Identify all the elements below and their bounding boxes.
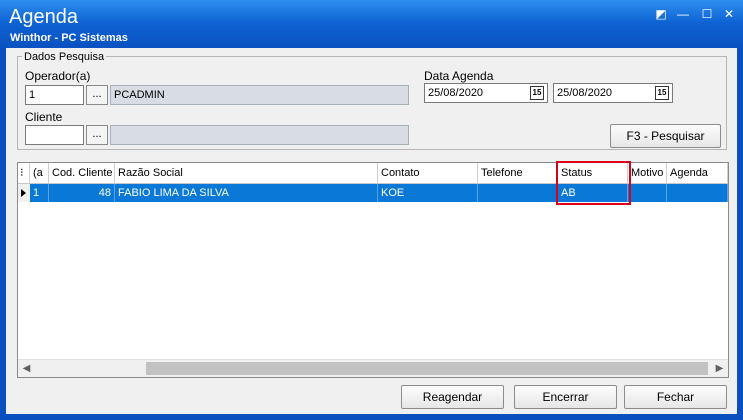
close-icon[interactable]: ✕ (722, 8, 736, 21)
row-pointer-icon (21, 189, 26, 197)
col-header-a[interactable]: (a (30, 163, 49, 183)
cell-cod-cliente: 48 (49, 184, 115, 202)
operator-lookup-button[interactable]: ... (86, 85, 108, 105)
calendar-icon[interactable]: 15 (655, 86, 669, 100)
operator-name-field: PCADMIN (110, 85, 409, 105)
fechar-button[interactable]: Fechar (624, 385, 727, 409)
search-group-label: Dados Pesquisa (22, 51, 107, 63)
client-name-field (110, 125, 409, 145)
window-subtitle: Winthor - PC Sistemas (10, 32, 128, 44)
calendar-icon[interactable]: 15 (530, 86, 544, 100)
app-window: Agenda Winthor - PC Sistemas ◩ — ☐ ✕ Dad… (0, 0, 743, 420)
operator-label: Operador(a) (25, 69, 91, 83)
cell-a: 1 (30, 184, 49, 202)
col-header-telefone[interactable]: Telefone (478, 163, 558, 183)
search-button[interactable]: F3 - Pesquisar (610, 124, 721, 148)
status-highlight-box (556, 161, 631, 205)
cell-contato: KOE (378, 184, 478, 202)
row-indicator (18, 184, 30, 202)
reagendar-button[interactable]: Reagendar (401, 385, 504, 409)
date-label: Data Agenda (424, 69, 494, 83)
scroll-right-icon[interactable]: ▶ (711, 360, 728, 377)
date-from-value: 25/08/2020 (428, 87, 484, 99)
cell-agenda (667, 184, 728, 202)
title-bar[interactable]: Agenda Winthor - PC Sistemas ◩ — ☐ ✕ (0, 0, 743, 50)
horizontal-scrollbar[interactable]: ◀ ▶ (18, 359, 728, 377)
operator-code-input[interactable]: 1 (25, 85, 84, 105)
cell-razao-social: FABIO LIMA DA SILVA (115, 184, 378, 202)
cell-telefone (478, 184, 558, 202)
client-code-input[interactable] (25, 125, 84, 145)
scrollbar-thumb[interactable] (146, 362, 708, 375)
column-chooser-icon[interactable]: ⁝ (18, 163, 30, 183)
help-icon[interactable]: ◩ (654, 8, 668, 21)
client-label: Cliente (25, 110, 63, 124)
col-header-agenda[interactable]: Agenda (667, 163, 728, 183)
date-to-value: 25/08/2020 (557, 87, 613, 99)
client-area: Dados Pesquisa Operador(a) 1 ... PCADMIN… (6, 48, 737, 414)
date-from-input[interactable]: 25/08/2020 15 (424, 83, 548, 103)
cell-motivo (628, 184, 667, 202)
col-header-razao-social[interactable]: Razão Social (115, 163, 378, 183)
col-header-contato[interactable]: Contato (378, 163, 478, 183)
encerrar-button[interactable]: Encerrar (514, 385, 617, 409)
col-header-motivo[interactable]: Motivo (628, 163, 667, 183)
window-title: Agenda (9, 6, 78, 28)
maximize-icon[interactable]: ☐ (700, 8, 714, 21)
client-lookup-button[interactable]: ... (86, 125, 108, 145)
date-to-input[interactable]: 25/08/2020 15 (553, 83, 673, 103)
minimize-icon[interactable]: — (676, 8, 690, 21)
col-header-cod-cliente[interactable]: Cod. Cliente (49, 163, 115, 183)
scroll-left-icon[interactable]: ◀ (18, 360, 35, 377)
